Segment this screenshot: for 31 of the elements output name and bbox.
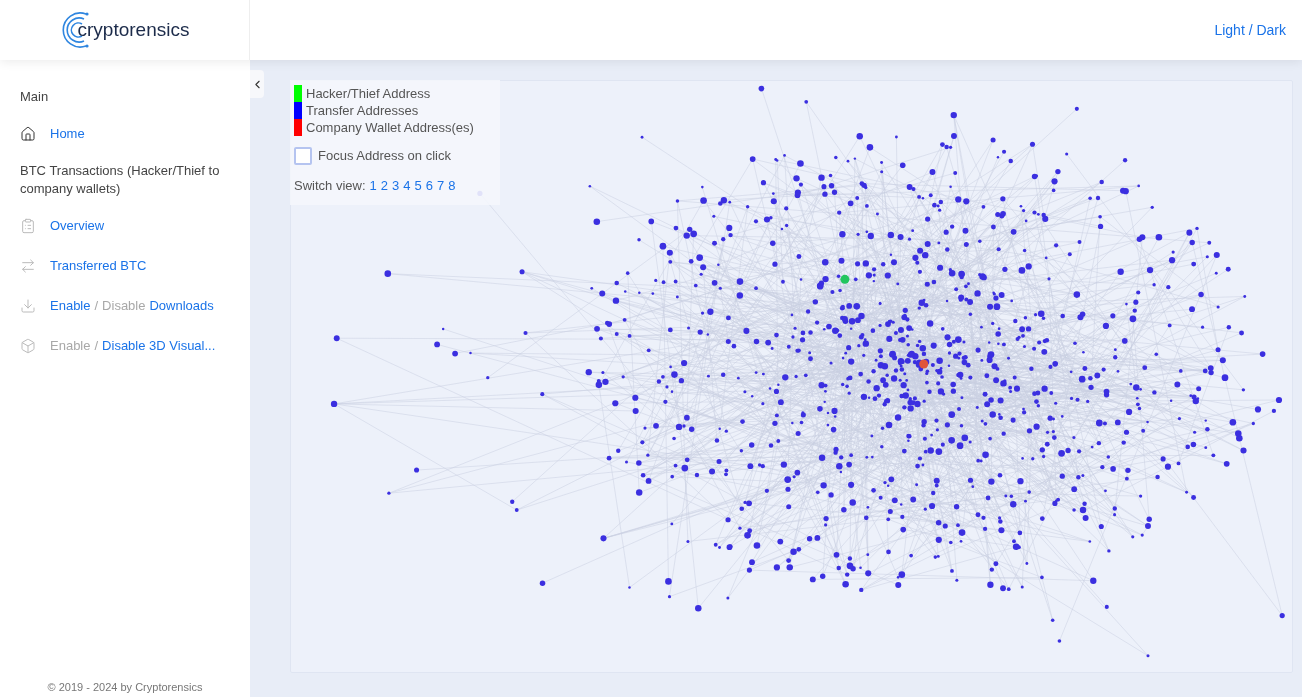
view-link[interactable]: 8 xyxy=(448,175,456,195)
legend-label: Hacker/Thief Address xyxy=(306,84,431,103)
collapse-sidebar-button[interactable] xyxy=(250,70,264,98)
view-link[interactable]: 7 xyxy=(436,175,445,195)
view-link[interactable]: 4 xyxy=(403,175,411,195)
focus-checkbox-label: Focus Address on click xyxy=(318,147,451,165)
clipboard-icon xyxy=(20,218,36,234)
sidebar-link[interactable]: Overview xyxy=(50,216,105,236)
sidebar-section-title: Main xyxy=(20,88,50,106)
focus-checkbox[interactable] xyxy=(294,146,312,165)
view-link[interactable]: 3 xyxy=(392,175,400,195)
toggle-link[interactable]: Downloads xyxy=(149,296,214,316)
sidebar-section-title: BTC Transactions (Hacker/Thief to company wallets) xyxy=(20,162,221,198)
cube-icon xyxy=(20,338,36,354)
switch-view-label: Switch view: xyxy=(294,176,366,195)
logo-text: cryptorensics xyxy=(77,17,190,42)
copyright-text: © 2019 - 2024 by Cryptorensics xyxy=(46,679,204,695)
toggle-link[interactable]: Enable xyxy=(50,296,91,316)
sidebar-link[interactable]: Home xyxy=(50,124,85,144)
toggle-link[interactable]: Disable 3D Visual... xyxy=(102,336,216,356)
view-link[interactable]: 6 xyxy=(425,175,433,195)
theme-toggle-link[interactable]: Light / Dark xyxy=(1214,19,1286,41)
view-link[interactable]: 2 xyxy=(380,175,388,195)
view-link[interactable]: 1 xyxy=(369,175,377,195)
download-icon xyxy=(20,298,36,314)
sidebar-link[interactable]: Transferred BTC xyxy=(50,256,147,276)
view-link[interactable]: 5 xyxy=(414,175,422,195)
legend-label: Transfer Addresses xyxy=(306,101,419,120)
home-icon xyxy=(20,126,36,142)
legend-label: Company Wallet Address(es) xyxy=(306,118,474,137)
arrows-icon xyxy=(20,258,36,274)
